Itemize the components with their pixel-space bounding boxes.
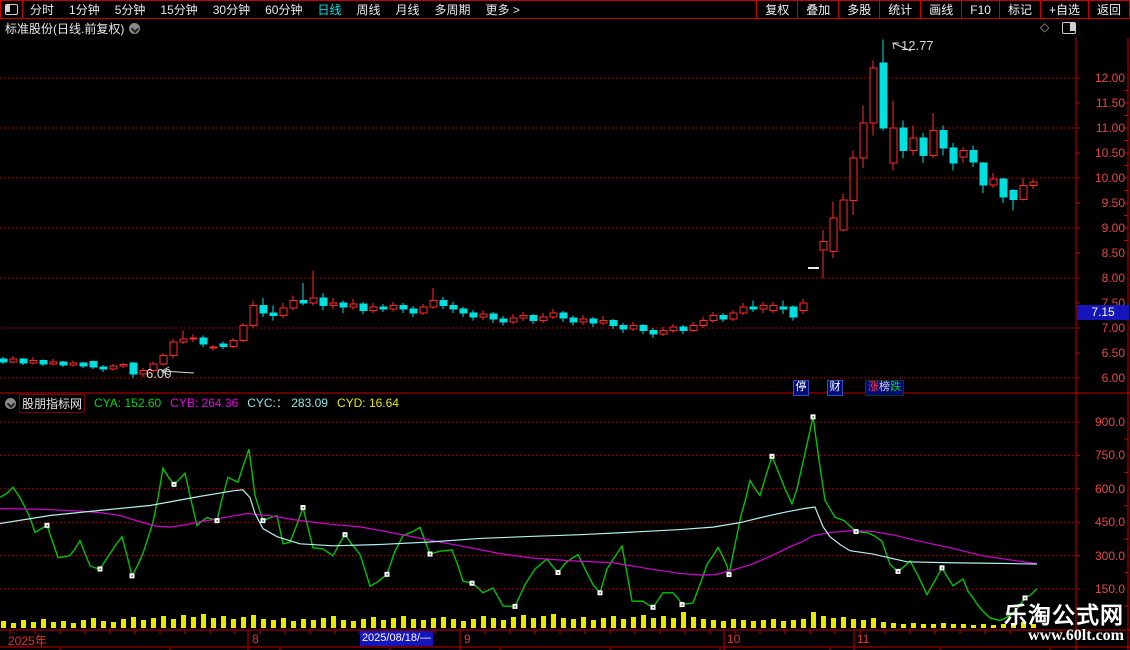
period-tab-7[interactable]: 日线	[317, 1, 341, 18]
period-tab-8[interactable]: 周线	[356, 1, 380, 18]
chart-area: 12.00 11.50 11.00 10.50 10.00 9.50 9.00 8.50 8.0…	[0, 38, 1130, 650]
period-tab-5[interactable]: 30分钟	[213, 1, 250, 18]
toolbar-button-3[interactable]: 多股	[838, 1, 879, 18]
toolbar-button-2[interactable]: 叠加	[797, 1, 838, 18]
title-bar: 标准股份(日线.前复权) ◇	[0, 19, 1130, 38]
period-tab-4[interactable]: 15分钟	[160, 1, 197, 18]
period-tab-2[interactable]: 1分钟	[69, 1, 100, 18]
indicator-values: CYA: 152.60 CYB: 264.36 CYC:： 283.09 CYD: 1…	[85, 394, 399, 412]
indicator-axis-label: 150.0	[1094, 582, 1125, 596]
toolbar-button-7[interactable]: 标记	[998, 1, 1040, 18]
stock-app-window: 分时 1分钟 5分钟 15分钟 30分钟 60分钟 日线 周线 月线 多周期 更多 > 复权 叠加 多股…	[0, 0, 1130, 650]
price-label: 6.50	[1101, 346, 1125, 360]
down-label: 跌	[890, 381, 901, 393]
indicator-value-cyc: CYC:： 283.09	[247, 396, 328, 410]
month-label: 11	[857, 632, 870, 646]
indicator-value-cya: CYA: 152.60	[94, 396, 162, 410]
updown-board-badge[interactable]: 涨榜跌	[865, 380, 904, 396]
price-label: 8.00	[1101, 271, 1125, 285]
indicator-chevron-icon[interactable]	[5, 397, 16, 409]
indicator-value-cyb: CYB: 264.36	[170, 396, 239, 410]
watermark-url: www.60lt.com	[1028, 627, 1124, 644]
month-label: 8	[252, 632, 259, 646]
price-label: 9.50	[1101, 196, 1125, 210]
chevron-down-icon[interactable]	[129, 23, 141, 34]
month-label: 10	[727, 632, 741, 646]
indicator-axis-label: 450.0	[1094, 515, 1125, 530]
split-pane-icon[interactable]	[1062, 22, 1076, 34]
toolbar-button-9[interactable]: 返回	[1087, 1, 1129, 18]
price-label: 10.50	[1094, 146, 1125, 160]
period-tab-1[interactable]: 分时	[30, 1, 54, 18]
pane-layout-icon[interactable]	[1, 1, 23, 18]
high-annotation: 12.77	[901, 38, 934, 53]
toolbar-button-5[interactable]: 画线	[920, 1, 961, 18]
watermark: 乐淘公式网 www.60lt.com	[1004, 603, 1124, 645]
selected-date-badge: 2025/08/18/—	[360, 631, 433, 646]
up-label: 涨	[868, 381, 879, 393]
indicator-axis-label: 300.0	[1094, 548, 1125, 563]
toolbar-button-4[interactable]: 统计	[879, 1, 920, 18]
period-tab-3[interactable]: 5分钟	[115, 1, 146, 18]
diamond-icon[interactable]: ◇	[1040, 20, 1049, 34]
price-label: 7.00	[1101, 321, 1125, 335]
period-tab-6[interactable]: 60分钟	[265, 1, 302, 18]
toolbar-actions: 复权 叠加 多股 统计 画线 F10 标记 +自选 返回	[756, 1, 1129, 18]
toolbar: 分时 1分钟 5分钟 15分钟 30分钟 60分钟 日线 周线 月线 多周期 更多 > 复权 叠加 多股…	[0, 0, 1130, 19]
period-tab-11[interactable]: 更多 >	[486, 1, 520, 18]
indicator-axis-label: 900.0	[1094, 415, 1125, 429]
indicator-value-cyd: CYD: 16.64	[336, 396, 399, 410]
last-price-badge: 7.15	[1077, 305, 1129, 320]
price-label: 6.00	[1101, 371, 1125, 385]
indicator-header: 股朋指标网 CYA: 152.60 CYB: 264.36 CYC:： 283.09…	[0, 393, 399, 413]
watermark-site-name: 乐淘公式网	[1004, 602, 1124, 628]
board-label: 榜	[879, 381, 890, 393]
price-label: 10.00	[1094, 171, 1125, 185]
indicator-axis-label: 750.0	[1094, 448, 1125, 463]
price-label: 12.00	[1094, 71, 1125, 85]
low-annotation: 6.00	[146, 366, 172, 381]
indicator-name[interactable]: 股朋指标网	[19, 393, 86, 413]
period-tab-9[interactable]: 月线	[396, 1, 420, 18]
year-label: 2025年	[8, 634, 47, 648]
pause-badge[interactable]: 停	[793, 380, 809, 396]
toolbar-button-1[interactable]: 复权	[756, 1, 797, 18]
stock-title: 标准股份(日线.前复权)	[5, 22, 125, 36]
price-label: 11.00	[1095, 121, 1125, 135]
period-tabs: 分时 1分钟 5分钟 15分钟 30分钟 60分钟 日线 周线 月线 多周期 更多 >	[23, 1, 520, 18]
period-tab-10[interactable]: 多周期	[435, 1, 471, 18]
date-axis[interactable]: 2025年 8 9 10 11 2025/08/18/—	[0, 631, 1130, 648]
price-label: 8.50	[1101, 246, 1125, 260]
chart-canvas[interactable]	[0, 38, 1130, 650]
toolbar-button-6[interactable]: F10	[961, 1, 999, 18]
toolbar-button-8[interactable]: +自选	[1039, 1, 1088, 18]
month-label: 9	[464, 632, 471, 646]
price-label: 11.50	[1095, 96, 1125, 110]
price-label: 9.00	[1101, 221, 1125, 235]
finance-badge[interactable]: 财	[827, 380, 843, 396]
indicator-axis-label: 600.0	[1094, 481, 1125, 496]
